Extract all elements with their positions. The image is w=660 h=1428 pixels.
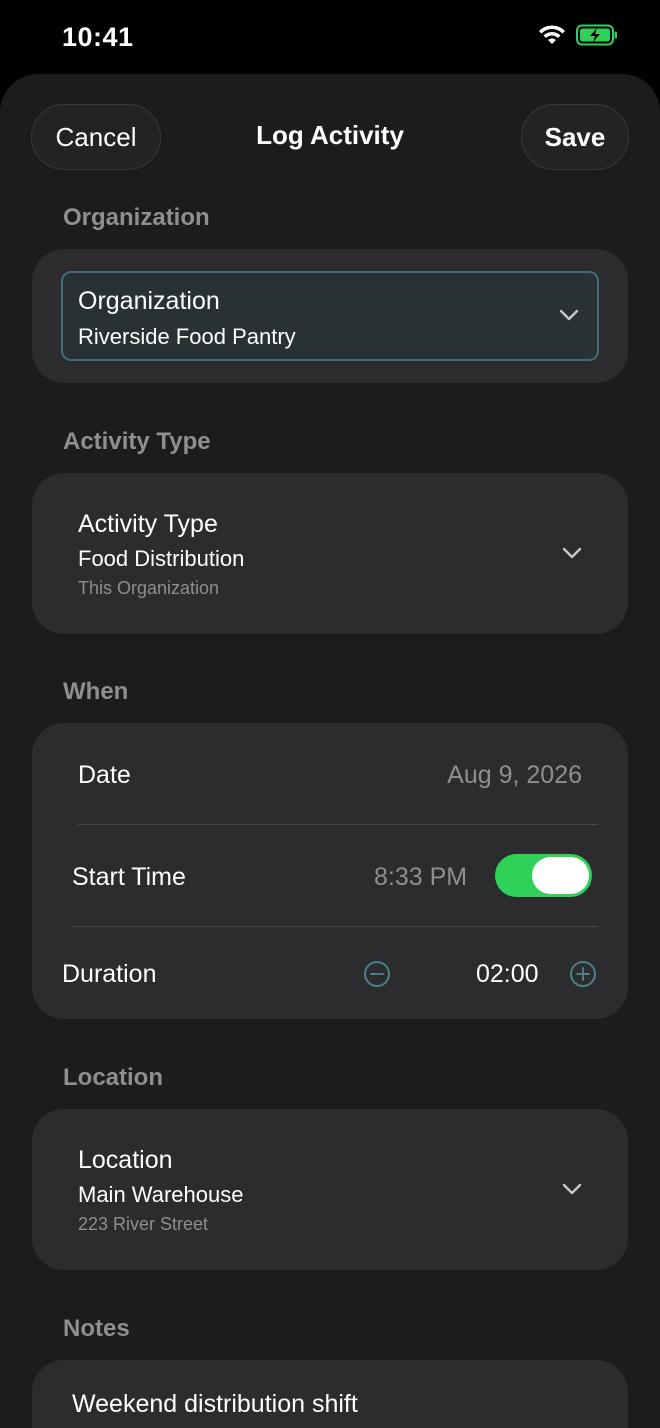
activity-type-field-value: Food Distribution <box>78 546 245 571</box>
location-picker[interactable]: Location Main Warehouse 223 River Street <box>32 1109 628 1270</box>
activity-type-field-sub: This Organization <box>78 578 220 598</box>
section-label-when: When <box>63 678 129 705</box>
notes-field[interactable]: Weekend distribution shift <box>32 1360 628 1428</box>
notes-text: Weekend distribution shift <box>72 1390 358 1418</box>
divider <box>78 824 598 825</box>
battery-charging-icon <box>576 24 617 46</box>
section-label-organization: Organization <box>63 204 210 231</box>
plus-circle-icon[interactable] <box>569 960 597 988</box>
start-time-toggle[interactable] <box>495 854 592 897</box>
save-button[interactable]: Save <box>521 104 629 170</box>
chevron-down-icon <box>562 547 582 559</box>
section-label-notes: Notes <box>63 1315 130 1342</box>
activity-type-picker[interactable]: Activity Type Food Distribution This Org… <box>32 473 628 634</box>
toggle-knob <box>532 857 589 894</box>
when-card: Date Aug 9, 2026 Start Time 8:33 PM Dura… <box>32 723 628 1019</box>
location-field-value: Main Warehouse <box>78 1182 244 1207</box>
date-value[interactable]: Aug 9, 2026 <box>447 761 582 790</box>
duration-label: Duration <box>62 960 157 988</box>
section-label-activity-type: Activity Type <box>63 428 211 455</box>
status-bar: 10:41 <box>0 0 660 74</box>
organization-field-title: Organization <box>78 287 220 315</box>
chevron-down-icon <box>562 1183 582 1195</box>
duration-value: 02:00 <box>476 960 539 988</box>
status-time: 10:41 <box>62 22 134 52</box>
organization-picker[interactable]: Organization Riverside Food Pantry <box>61 271 599 361</box>
date-label: Date <box>78 761 131 789</box>
log-activity-sheet: Cancel Log Activity Save Organization Or… <box>0 74 660 1428</box>
status-icons <box>538 24 618 46</box>
wifi-icon <box>539 25 565 44</box>
minus-circle-icon[interactable] <box>363 960 391 988</box>
activity-type-field-title: Activity Type <box>78 510 218 538</box>
start-time-label: Start Time <box>72 863 186 891</box>
organization-card: Organization Riverside Food Pantry <box>32 249 628 383</box>
divider <box>72 926 598 927</box>
organization-field-value: Riverside Food Pantry <box>78 324 296 349</box>
location-field-sub: 223 River Street <box>78 1214 209 1234</box>
chevron-down-icon <box>559 309 579 321</box>
start-time-value[interactable]: 8:33 PM <box>374 863 467 892</box>
location-field-title: Location <box>78 1146 173 1174</box>
section-label-location: Location <box>63 1064 163 1091</box>
